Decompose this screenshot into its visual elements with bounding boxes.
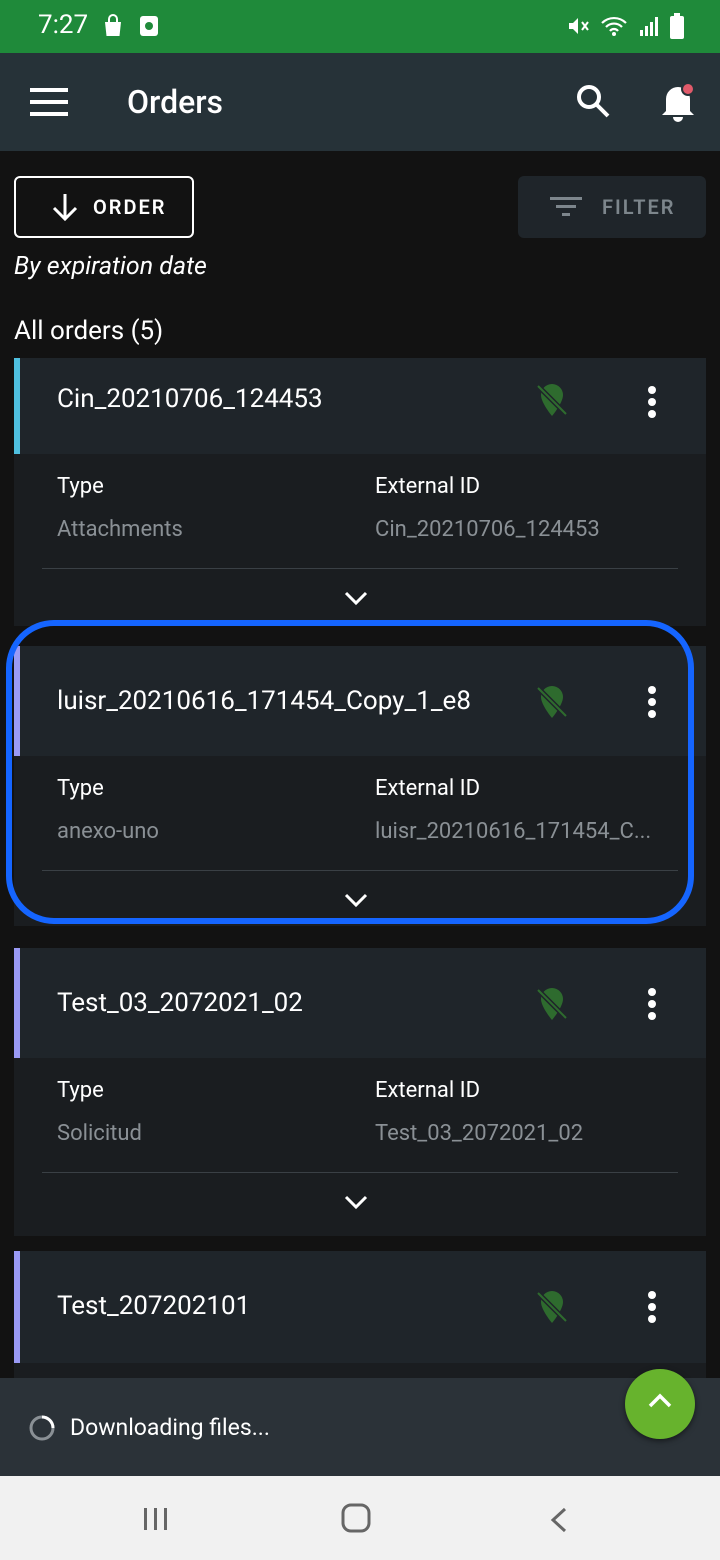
- list-header: All orders (5): [14, 316, 164, 346]
- order-card: Test_207202101: [14, 1251, 706, 1378]
- filter-button[interactable]: FILTER: [518, 176, 706, 238]
- type-value: anexo-uno: [57, 819, 159, 844]
- order-card: luisr_20210616_171454_Copy_1_e8 Type ane…: [14, 646, 706, 926]
- filter-button-label: FILTER: [602, 195, 676, 219]
- snackbar-message: Downloading files...: [70, 1414, 270, 1441]
- chevron-down-icon[interactable]: [342, 890, 370, 910]
- location-off-icon: [536, 1291, 568, 1323]
- type-label: Type: [57, 474, 104, 499]
- order-button-label: ORDER: [93, 195, 167, 219]
- back-icon[interactable]: [548, 1506, 570, 1534]
- arrow-down-icon: [52, 194, 78, 222]
- chevron-down-icon[interactable]: [342, 588, 370, 608]
- chevron-down-icon[interactable]: [342, 1192, 370, 1212]
- sort-label: By expiration date: [14, 252, 207, 281]
- filter-icon: [550, 197, 582, 216]
- type-value: Attachments: [57, 517, 183, 542]
- type-label: Type: [57, 776, 104, 801]
- more-options-icon[interactable]: [640, 682, 664, 722]
- type-label: Type: [57, 1078, 104, 1103]
- location-off-icon: [536, 686, 568, 718]
- loading-spinner-icon: [29, 1415, 55, 1441]
- external-id-label: External ID: [375, 776, 481, 801]
- recent-apps-icon[interactable]: [142, 1506, 170, 1532]
- chevron-up-icon: [648, 1393, 672, 1408]
- order-name: Cin_20210706_124453: [57, 384, 323, 414]
- app-notification-icon: [140, 16, 158, 36]
- more-options-icon[interactable]: [640, 984, 664, 1024]
- external-id-label: External ID: [375, 474, 481, 499]
- order-card-details: Type anexo-uno External ID luisr_2021061…: [14, 756, 706, 928]
- location-off-icon: [536, 384, 568, 416]
- order-card-header[interactable]: Test_03_2072021_02: [14, 948, 706, 1058]
- menu-icon[interactable]: [30, 85, 68, 119]
- divider: [42, 568, 678, 569]
- external-id-label: External ID: [375, 1078, 481, 1103]
- order-card-details: Type Solicitud External ID Test_03_20720…: [14, 1058, 706, 1230]
- external-id-value: luisr_20210616_171454_C...: [375, 819, 652, 844]
- scroll-to-top-button[interactable]: [625, 1369, 695, 1439]
- signal-icon: [640, 17, 658, 36]
- external-id-value: Test_03_2072021_02: [375, 1121, 584, 1146]
- external-id-value: Cin_20210706_124453: [375, 517, 600, 542]
- more-options-icon[interactable]: [640, 382, 664, 422]
- location-off-icon: [536, 988, 568, 1020]
- order-card-header[interactable]: Test_207202101: [14, 1251, 706, 1363]
- order-name: Test_207202101: [57, 1291, 251, 1321]
- order-name: luisr_20210616_171454_Copy_1_e8: [57, 686, 471, 716]
- shopping-bag-icon: [105, 14, 121, 36]
- page-title: Orders: [127, 83, 224, 121]
- status-bar: 7:27: [0, 0, 720, 53]
- order-card-header[interactable]: Cin_20210706_124453: [14, 358, 706, 454]
- order-name: Test_03_2072021_02: [57, 988, 303, 1018]
- type-value: Solicitud: [57, 1121, 142, 1146]
- search-icon[interactable]: [573, 81, 613, 121]
- system-navigation-bar: [0, 1476, 720, 1560]
- more-options-icon[interactable]: [640, 1287, 664, 1327]
- order-sort-button[interactable]: ORDER: [14, 176, 194, 238]
- home-icon[interactable]: [340, 1502, 372, 1534]
- order-card: Test_03_2072021_02 Type Solicitud Extern…: [14, 948, 706, 1236]
- mute-vibrate-icon: [569, 18, 589, 34]
- order-card: Cin_20210706_124453 Type Attachments Ext…: [14, 358, 706, 626]
- order-card-header[interactable]: luisr_20210616_171454_Copy_1_e8: [14, 646, 706, 756]
- notifications-bell-icon[interactable]: [658, 79, 698, 123]
- battery-icon: [670, 13, 684, 39]
- downloading-snackbar: Downloading files...: [0, 1378, 720, 1476]
- divider: [42, 1172, 678, 1173]
- divider: [42, 870, 678, 871]
- status-time: 7:27: [38, 10, 89, 40]
- app-bar: Orders: [0, 53, 720, 151]
- wifi-icon: [601, 16, 627, 36]
- order-card-details: Type Attachments External ID Cin_2021070…: [14, 454, 706, 626]
